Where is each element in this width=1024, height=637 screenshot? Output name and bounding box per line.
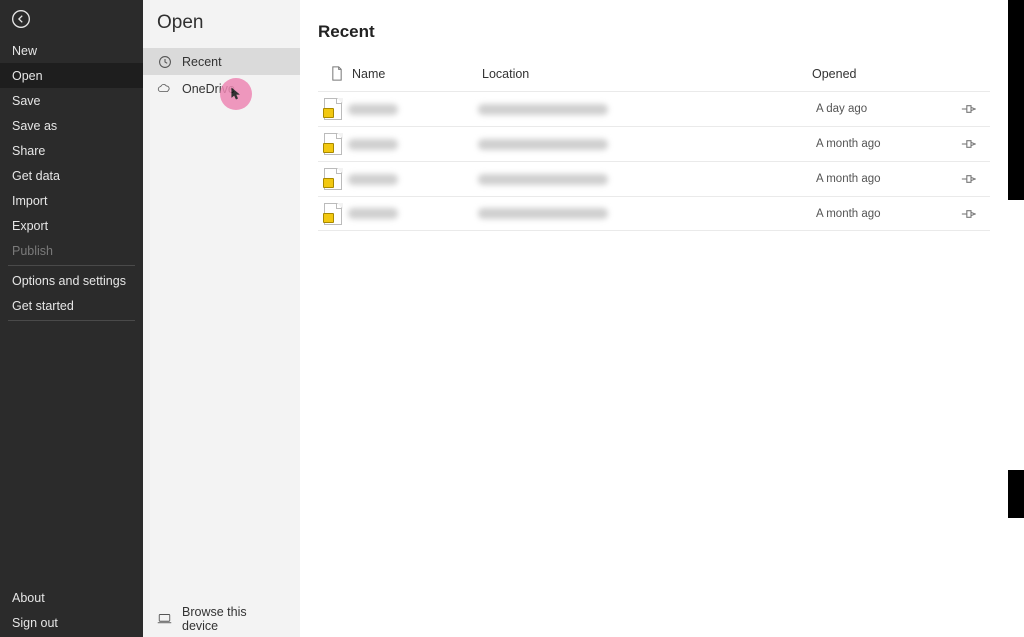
nav-options[interactable]: Options and settings xyxy=(0,268,143,293)
divider xyxy=(8,265,135,266)
file-name xyxy=(348,208,478,219)
nav-sign-out[interactable]: Sign out xyxy=(0,610,143,635)
pbix-file-icon xyxy=(318,98,348,120)
divider xyxy=(8,320,135,321)
nav-get-data[interactable]: Get data xyxy=(0,163,143,188)
file-row[interactable]: A month ago xyxy=(318,196,990,231)
location-onedrive[interactable]: OneDrive xyxy=(143,75,300,102)
file-name xyxy=(348,104,478,115)
nav-label: Import xyxy=(12,194,47,208)
overlay-bar xyxy=(1008,470,1024,518)
file-name xyxy=(348,139,478,150)
nav-save[interactable]: Save xyxy=(0,88,143,113)
nav-label: Save as xyxy=(12,119,57,133)
nav-label: Open xyxy=(12,69,43,83)
file-opened: A month ago xyxy=(816,138,946,150)
pin-button[interactable] xyxy=(946,138,990,150)
open-locations-pane: Open Recent OneDrive Browse xyxy=(143,0,300,637)
nav-publish: Publish xyxy=(0,238,143,263)
nav-label: Share xyxy=(12,144,45,158)
laptop-icon xyxy=(157,612,172,627)
nav-export[interactable]: Export xyxy=(0,213,143,238)
location-label: Recent xyxy=(182,55,222,69)
nav-label: Get started xyxy=(12,299,74,313)
location-label: OneDrive xyxy=(182,82,235,96)
file-location xyxy=(478,104,816,115)
recent-files-table: Name Location Opened A day ago xyxy=(318,60,990,231)
file-name xyxy=(348,174,478,185)
file-opened: A day ago xyxy=(816,103,946,115)
nav-label: Get data xyxy=(12,169,60,183)
file-location xyxy=(478,208,816,219)
file-opened: A month ago xyxy=(816,173,946,185)
nav-label: Save xyxy=(12,94,41,108)
file-location xyxy=(478,139,816,150)
header-location[interactable]: Location xyxy=(482,67,812,81)
backstage-sidebar: New Open Save Save as Share Get data Imp… xyxy=(0,0,143,637)
pbix-file-icon xyxy=(318,133,348,155)
recent-files-content: Recent Name Location Opened A da xyxy=(300,0,1008,637)
cloud-icon xyxy=(157,81,172,96)
overlay-bar xyxy=(1008,0,1024,200)
back-arrow-icon xyxy=(11,9,31,29)
file-row[interactable]: A month ago xyxy=(318,126,990,161)
pbix-file-icon xyxy=(318,168,348,190)
clock-icon xyxy=(157,54,172,69)
nav-save-as[interactable]: Save as xyxy=(0,113,143,138)
nav-open[interactable]: Open xyxy=(0,63,143,88)
file-row[interactable]: A day ago xyxy=(318,91,990,126)
file-row[interactable]: A month ago xyxy=(318,161,990,196)
back-button[interactable] xyxy=(6,4,36,34)
filetype-header-icon xyxy=(322,66,352,81)
header-opened[interactable]: Opened xyxy=(812,67,942,81)
pane-title: Open xyxy=(143,0,300,48)
pbix-file-icon xyxy=(318,203,348,225)
nav-label: Options and settings xyxy=(12,274,126,288)
pin-button[interactable] xyxy=(946,173,990,185)
browse-this-device[interactable]: Browse this device xyxy=(143,601,300,637)
location-recent[interactable]: Recent xyxy=(143,48,300,75)
file-opened: A month ago xyxy=(816,208,946,220)
nav-label: Sign out xyxy=(12,616,58,630)
nav-new[interactable]: New xyxy=(0,38,143,63)
content-title: Recent xyxy=(318,22,990,42)
nav-about[interactable]: About xyxy=(0,585,143,610)
pin-button[interactable] xyxy=(946,103,990,115)
nav-get-started[interactable]: Get started xyxy=(0,293,143,318)
header-name[interactable]: Name xyxy=(352,67,482,81)
nav-label: New xyxy=(12,44,37,58)
nav-share[interactable]: Share xyxy=(0,138,143,163)
nav-label: About xyxy=(12,591,45,605)
table-header-row: Name Location Opened xyxy=(318,60,990,91)
nav-label: Publish xyxy=(12,244,53,258)
nav-label: Export xyxy=(12,219,48,233)
nav-import[interactable]: Import xyxy=(0,188,143,213)
pin-button[interactable] xyxy=(946,208,990,220)
browse-label: Browse this device xyxy=(182,605,286,633)
file-location xyxy=(478,174,816,185)
